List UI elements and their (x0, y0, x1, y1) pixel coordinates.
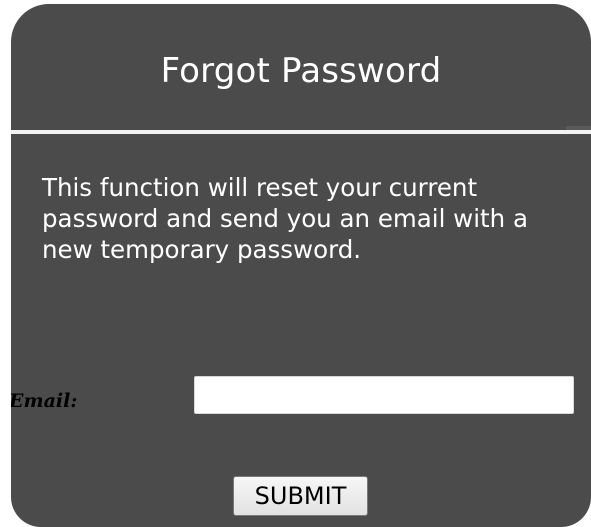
title-divider (11, 130, 591, 134)
email-label: Email: (11, 390, 78, 412)
page-title: Forgot Password (160, 51, 442, 91)
forgot-password-panel: Forgot Password This function will reset… (11, 4, 591, 527)
submit-button[interactable]: SUBMIT (233, 476, 368, 516)
title-bar: Forgot Password (11, 4, 591, 130)
divider-notch (566, 126, 591, 130)
email-field[interactable] (194, 376, 574, 414)
description-text: This function will reset your current pa… (42, 173, 528, 264)
